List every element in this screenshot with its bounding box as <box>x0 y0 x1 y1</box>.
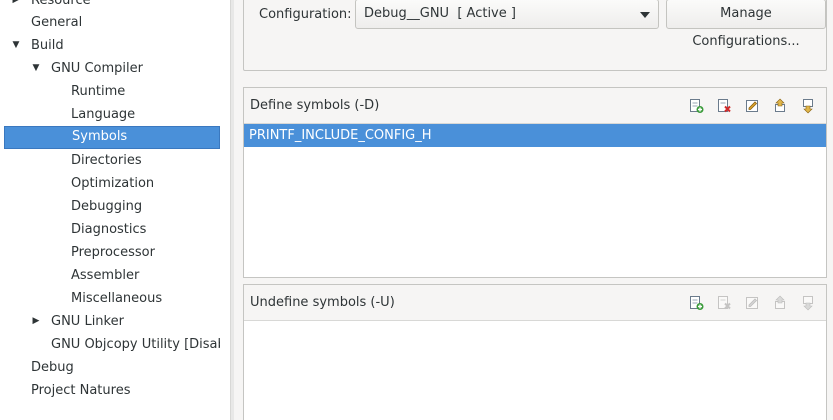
define-symbols-panel: Define symbols (-D) PRINTF_INCLUDE_CONFI… <box>243 87 827 278</box>
tree-item[interactable]: ▼ GNU Compiler <box>4 57 220 80</box>
tree-item-label: GNU Linker <box>51 314 124 329</box>
undefine-edit-button[interactable] <box>742 293 762 313</box>
delete-icon <box>718 296 731 310</box>
define-delete-button[interactable] <box>714 96 734 116</box>
move-down-icon <box>803 296 813 311</box>
define-symbols-title: Define symbols (-D) <box>250 98 380 113</box>
tree-item[interactable]: ▶ GNU Linker <box>4 310 220 333</box>
configuration-label: Configuration: <box>259 7 352 22</box>
add-icon <box>690 99 704 113</box>
tree-item-label: Assembler <box>71 268 140 283</box>
undefine-symbols-title: Undefine symbols (-U) <box>250 295 395 310</box>
tree-item[interactable]: Miscellaneous <box>4 287 220 310</box>
edit-icon <box>746 297 758 309</box>
collapse-arrow-icon[interactable]: ▼ <box>10 34 22 57</box>
undefine-add-button[interactable] <box>686 293 706 313</box>
settings-tree: ▶ Resource General ▼ Build ▼ GNU Compiler Runti… <box>0 0 230 420</box>
define-edit-button[interactable] <box>742 96 762 116</box>
tree-item-label: Debugging <box>71 199 143 214</box>
undefine-move-down-button[interactable] <box>798 293 818 313</box>
manage-configurations-button[interactable]: Manage Configurations... <box>666 0 826 49</box>
tree-item-label: Language <box>71 107 136 122</box>
list-item[interactable]: PRINTF_INCLUDE_CONFIG_H <box>244 124 826 147</box>
move-down-icon <box>803 99 813 114</box>
move-up-icon <box>775 98 785 112</box>
undefine-symbols-panel: Undefine symbols (-U) <box>243 284 827 420</box>
define-symbols-toolbar <box>686 96 818 116</box>
tree-item[interactable]: General <box>4 11 220 34</box>
configuration-group: Configuration: Debug__GNU [ Active ] Man… <box>243 0 827 71</box>
tree-item-label: Directories <box>71 153 142 168</box>
define-add-button[interactable] <box>686 96 706 116</box>
define-move-down-button[interactable] <box>798 96 818 116</box>
tree-item[interactable]: Runtime <box>4 80 220 103</box>
add-icon <box>690 296 704 310</box>
tree-item-label: Symbols <box>72 129 128 144</box>
tree-item[interactable]: Optimization <box>4 172 220 195</box>
tree-item-label: Debug <box>31 360 74 375</box>
tree-item[interactable]: Project Natures <box>4 379 220 402</box>
symbols-settings-pane: Configuration: Debug__GNU [ Active ] Man… <box>234 0 833 420</box>
tree-item[interactable]: Symbols <box>4 126 220 149</box>
configuration-value: Debug__GNU [ Active ] <box>364 6 516 21</box>
expand-arrow-icon[interactable]: ▶ <box>30 310 42 333</box>
tree-item[interactable]: Language <box>4 103 220 126</box>
tree-item[interactable]: GNU Objcopy Utility [Disabled] <box>4 333 220 356</box>
define-move-up-button[interactable] <box>770 96 790 116</box>
collapse-arrow-icon[interactable]: ▼ <box>30 57 42 80</box>
tree-item-label: Miscellaneous <box>71 291 163 306</box>
tree-item-label: Diagnostics <box>71 222 147 237</box>
tree-item-label: GNU Compiler <box>51 61 143 76</box>
tree-item-label: Build <box>31 38 64 53</box>
tree-item[interactable]: Assembler <box>4 264 220 287</box>
tree-item[interactable]: Diagnostics <box>4 218 220 241</box>
tree-item[interactable]: Debug <box>4 356 220 379</box>
configuration-select[interactable]: Debug__GNU [ Active ] <box>355 0 659 29</box>
tree-item-label: GNU Objcopy Utility [Disabled] <box>51 337 220 352</box>
tree-item-label: Project Natures <box>31 383 131 398</box>
tree-item-label: Optimization <box>71 176 155 191</box>
edit-icon <box>746 100 758 112</box>
tree-item[interactable]: ▼ Build <box>4 34 220 57</box>
tree-item-label: Runtime <box>71 84 126 99</box>
undefine-symbols-toolbar <box>686 293 818 313</box>
delete-icon <box>718 99 731 113</box>
move-up-icon <box>775 295 785 309</box>
tree-item-label: Preprocessor <box>71 245 155 260</box>
tree-item[interactable]: Preprocessor <box>4 241 220 264</box>
undefine-move-up-button[interactable] <box>770 293 790 313</box>
chevron-down-icon <box>640 12 650 18</box>
tree-item[interactable]: Debugging <box>4 195 220 218</box>
undefine-delete-button[interactable] <box>714 293 734 313</box>
define-symbols-list[interactable]: PRINTF_INCLUDE_CONFIG_H <box>244 123 826 277</box>
undefine-symbols-list[interactable] <box>244 320 826 420</box>
tree-item-label: General <box>31 15 83 30</box>
tree-item[interactable]: Directories <box>4 149 220 172</box>
